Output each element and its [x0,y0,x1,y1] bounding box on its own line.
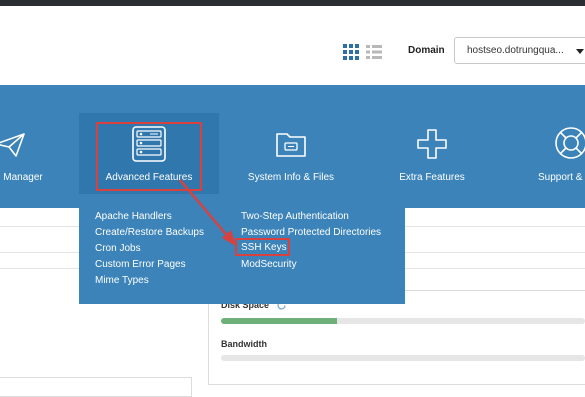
menu-item-two-step-authentication[interactable]: Two-Step Authentication [241,211,349,222]
nav-item-manager[interactable]: Manager [0,120,66,195]
top-strip [0,0,585,6]
view-toggle [343,44,383,60]
chevron-down-icon [576,49,584,54]
grid-view-icon[interactable] [343,44,359,60]
nav-item-label: Extra Features [399,172,465,183]
domain-select-value: hostseo.dotrungqua... [467,45,564,56]
menu-item-modsecurity[interactable]: ModSecurity [241,259,297,270]
domain-select[interactable]: hostseo.dotrungqua... [454,37,585,64]
nav-item-support[interactable]: Support & [530,120,585,195]
annotation-highlight-ssh-keys [235,238,290,256]
nav-item-label: Manager [3,172,43,183]
bandwidth-bar [221,355,585,361]
menu-item-password-protected-directories[interactable]: Password Protected Directories [241,227,381,238]
annotation-highlight-advanced-features [96,122,202,191]
left-panel [0,377,192,397]
nav-item-extra-features[interactable]: Extra Features [387,120,477,195]
disk-space-bar [221,318,585,324]
menu-item-create-restore-backups[interactable]: Create/Restore Backups [95,227,204,238]
domain-label: Domain [408,45,445,56]
paper-plane-icon [0,133,25,157]
menu-item-cron-jobs[interactable]: Cron Jobs [95,243,141,254]
folder-icon [276,133,306,157]
nav-item-label: System Info & Files [247,172,335,183]
menu-item-mime-types[interactable]: Mime Types [95,275,149,286]
plus-icon [417,129,447,159]
disk-space-fill [221,318,338,324]
nav-item-label: Support & [538,172,583,183]
lifebuoy-icon [555,127,585,159]
list-view-icon[interactable] [366,45,382,59]
menu-item-apache-handlers[interactable]: Apache Handlers [95,211,172,222]
menu-item-custom-error-pages[interactable]: Custom Error Pages [95,259,186,270]
nav-item-system-info-files[interactable]: System Info & Files [243,120,339,195]
bandwidth-label: Bandwidth [221,339,267,349]
